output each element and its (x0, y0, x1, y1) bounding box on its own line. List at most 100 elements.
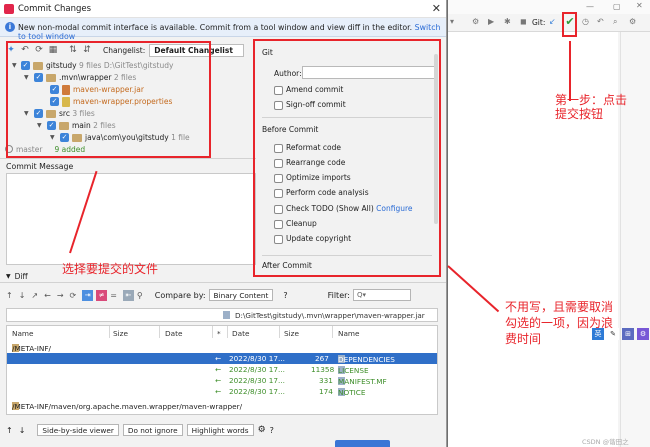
toolbar-icon-a[interactable]: ⚙ (472, 17, 479, 26)
annotation-note-line3: 费时间 (505, 332, 542, 346)
col-date[interactable]: Date (165, 329, 182, 338)
chevron-down-icon[interactable]: ▼ (6, 273, 11, 280)
tray-icon-4: ⚙ (637, 328, 649, 340)
diff-header[interactable]: ▼ Diff (6, 272, 28, 281)
arrow-up-icon[interactable]: ↑ (6, 291, 13, 300)
settings-icon[interactable]: ⚙ (629, 17, 636, 26)
row-size: 11358 (311, 365, 335, 374)
col-size-right[interactable]: Size (284, 329, 299, 338)
commit-message-label: Commit Message (6, 162, 74, 171)
arrow-right-icon[interactable]: → (57, 291, 64, 300)
table-row[interactable]: ← 2022/8/30 17... 174 NOTICE (7, 386, 437, 397)
git-label: Git: (532, 18, 546, 27)
added-arrow-icon: ← (215, 387, 222, 396)
compare-right-icon[interactable]: ⇤ (122, 289, 134, 301)
annotation-note-line2: 勾选的一项，因为浪 (505, 316, 614, 330)
col-date-right[interactable]: Date (232, 329, 249, 338)
diff-table: Name Size Date * Date Size Name /META-IN… (6, 325, 438, 415)
filter-input[interactable]: Q▾ (352, 289, 411, 301)
history-icon[interactable]: ◷ (582, 17, 589, 26)
diff-label: Diff (14, 272, 28, 281)
help-icon[interactable]: ? (270, 426, 274, 435)
app-logo-icon (4, 4, 14, 14)
help-icon[interactable]: ? (283, 291, 287, 300)
row-date: 2022/8/30 17... (229, 365, 285, 374)
ignore-select[interactable]: Do not ignore (122, 424, 183, 436)
table-row[interactable]: ← 2022/8/30 17... 331 MANIFEST.MF (7, 375, 437, 386)
row-date: 2022/8/30 17... (229, 387, 285, 396)
highlight-select[interactable]: Highlight words (186, 424, 254, 436)
table-row[interactable]: /META-INF/ (7, 342, 437, 353)
compare-left-icon[interactable]: ⇥ (82, 289, 94, 301)
diff-path-bar: D:\GitTest\gitstudy\.mvn\wrapper\maven-w… (6, 308, 438, 322)
toolbar-icon-b[interactable]: ▶ (488, 17, 494, 26)
person-icon[interactable]: ⚲ (137, 291, 143, 300)
table-row[interactable]: ← 2022/8/30 17... 267 DEPENDENCIES (7, 353, 437, 364)
update-project-icon[interactable]: ↙ (549, 17, 556, 26)
col-separator (227, 326, 228, 338)
col-size[interactable]: Size (113, 329, 128, 338)
ide-toolbar: ▾ ⚙ ▶ ✱ ◼ Git: ↙ ✔ ◷ ↶ ⌕ ⚙ (448, 14, 650, 32)
arrow-left-icon[interactable]: ← (44, 291, 51, 300)
divider (0, 158, 256, 159)
annotation-arrow-step1 (569, 41, 571, 101)
dialog-close-icon[interactable]: ✕ (432, 2, 441, 15)
row-name: DEPENDENCIES (338, 355, 395, 364)
watermark: CSDN @谐田之 (582, 438, 629, 446)
diff-bottom-bar: ↑ ↓ Side-by-side viewer Do not ignore Hi… (6, 423, 278, 437)
commit-message-input[interactable] (6, 173, 256, 265)
search-icon[interactable]: ⌕ (613, 17, 617, 27)
compare-by-select[interactable]: Binary Content (208, 289, 274, 301)
run-config-icon[interactable]: ▾ (450, 17, 454, 26)
row-size: 174 (319, 387, 333, 396)
arrow-up-icon[interactable]: ↑ (6, 426, 13, 435)
file-icon (223, 311, 230, 319)
equal-icon[interactable]: = (110, 291, 117, 300)
col-separator (159, 326, 160, 338)
folder-path: /META-INF/maven/org.apache.maven.wrapper… (12, 402, 243, 411)
info-icon: i (5, 22, 15, 32)
close-icon[interactable]: ✕ (636, 1, 643, 10)
arrow-down-icon[interactable]: ↓ (19, 291, 26, 300)
diff-toolbar: ↑ ↓ ↗ ← → ⟳ ⇥ ≠ = ⇤ ⚲ Compare by: Binary… (6, 288, 411, 302)
added-arrow-icon: ← (215, 365, 222, 374)
viewer-select[interactable]: Side-by-side viewer (37, 424, 119, 436)
divider (0, 282, 446, 283)
info-banner: i New non-modal commit interface is avai… (0, 18, 446, 41)
row-name: NOTICE (338, 388, 366, 397)
col-separator (279, 326, 280, 338)
row-name: LICENSE (338, 366, 369, 375)
annotation-box-options (253, 39, 441, 277)
arrow-down-icon[interactable]: ↓ (19, 426, 26, 435)
col-star[interactable]: * (217, 329, 221, 338)
edit-icon[interactable]: ↗ (31, 291, 38, 300)
not-equal-icon[interactable]: ≠ (96, 289, 108, 301)
minimize-icon[interactable]: — (586, 2, 594, 11)
table-row[interactable]: /META-INF/maven/org.apache.maven.wrapper… (7, 400, 437, 411)
folder-path: /META-INF/ (12, 344, 51, 353)
table-row[interactable]: ← 2022/8/30 17... 11358 LICENSE (7, 364, 437, 375)
row-name: MANIFEST.MF (338, 377, 387, 386)
row-size: 331 (319, 376, 333, 385)
col-name[interactable]: Name (12, 329, 34, 338)
toolbar-icon-c[interactable]: ✱ (504, 17, 511, 26)
maximize-icon[interactable]: ▢ (613, 2, 621, 11)
row-date: 2022/8/30 17... (229, 376, 285, 385)
col-separator (332, 326, 333, 338)
annotation-box-files (6, 41, 211, 158)
col-separator (212, 326, 213, 338)
ide-title-bar: — ▢ ✕ (448, 0, 650, 14)
diff-path: D:\GitTest\gitstudy\.mvn\wrapper\maven-w… (235, 311, 425, 320)
annotation-step1: 第一步：点击 提交按钮 (555, 93, 627, 121)
commit-main-button[interactable] (335, 440, 390, 447)
annotation-step1-line1: 第一步：点击 (555, 93, 628, 107)
compare-by-label: Compare by: (154, 290, 206, 300)
dialog-title: Commit Changes (18, 4, 92, 14)
dialog-title-bar: Commit Changes ✕ (0, 0, 446, 18)
toolbar-icon-d[interactable]: ◼ (520, 17, 527, 26)
added-arrow-icon: ← (215, 354, 222, 363)
settings-icon[interactable]: ⚙ (258, 425, 266, 435)
refresh-icon[interactable]: ⟳ (70, 291, 77, 300)
rollback-icon[interactable]: ↶ (597, 17, 604, 26)
col-name-right[interactable]: Name (338, 329, 360, 338)
